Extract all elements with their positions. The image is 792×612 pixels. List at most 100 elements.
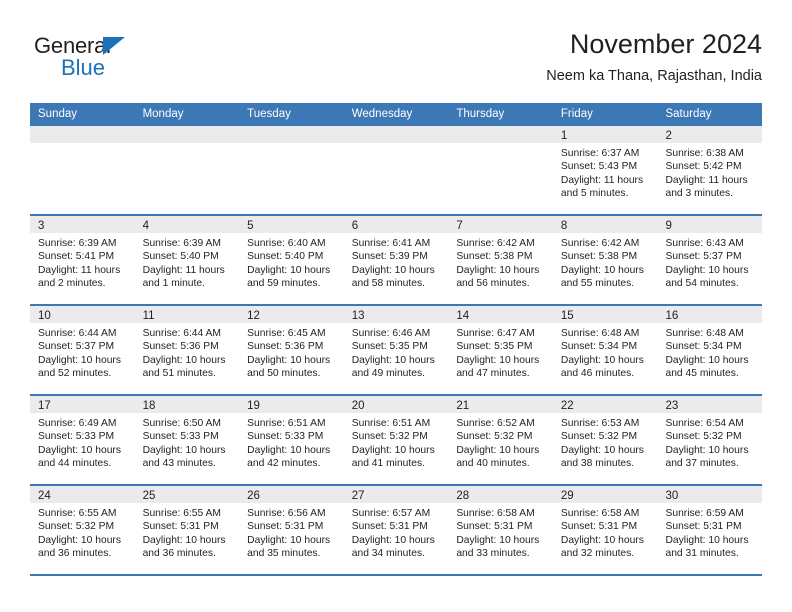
day-details: Sunrise: 6:58 AM Sunset: 5:31 PM Daylight:… [553,503,658,561]
calendar-day-cell[interactable]: 20 Sunrise: 6:51 AM Sunset: 5:32 PM Dayligh… [343,396,449,484]
calendar-day-cell[interactable]: 1 Sunrise: 6:37 AM Sunset: 5:43 PM Daylight… [552,126,658,214]
calendar-day-cell[interactable]: 9 Sunrise: 6:43 AM Sunset: 5:37 PM Daylight… [657,216,763,304]
day-details: Sunrise: 6:51 AM Sunset: 5:32 PM Daylight:… [344,413,449,471]
day-number-band: 2 [657,126,763,143]
calendar-day-cell[interactable]: 8 Sunrise: 6:42 AM Sunset: 5:38 PM Daylight… [552,216,658,304]
sunrise-text: Sunrise: 6:37 AM [560,148,640,159]
sunset-text: Sunset: 5:32 PM [38,521,115,533]
calendar-day-cell-empty [30,126,135,214]
day-details: Sunrise: 6:46 AM Sunset: 5:35 PM Daylight:… [344,323,449,381]
daylight-text: Daylight: 10 hours and 38 minutes. [560,444,644,470]
daylight-text: Daylight: 10 hours and 52 minutes. [38,354,121,380]
daylight-text: Daylight: 10 hours and 59 minutes. [247,264,331,290]
calendar-day-cell[interactable]: 19 Sunrise: 6:51 AM Sunset: 5:33 PM Dayligh… [239,396,344,484]
page-subtitle: Neem ka Thana, Rajasthan, India [546,68,762,84]
day-number-band: 15 [552,306,658,323]
sunrise-text: Sunrise: 6:39 AM [142,238,221,249]
day-details: Sunrise: 6:54 AM Sunset: 5:32 PM Daylight:… [657,413,762,471]
daylight-text: Daylight: 10 hours and 46 minutes. [560,354,644,380]
calendar-day-cell[interactable]: 7 Sunrise: 6:42 AM Sunset: 5:38 PM Daylight… [448,216,553,304]
daylight-text: Daylight: 11 hours and 1 minute. [142,264,225,290]
day-number-band: 25 [134,486,240,503]
calendar-day-cell[interactable]: 17 Sunrise: 6:49 AM Sunset: 5:33 PM Dayligh… [30,396,135,484]
sunset-text: Sunset: 5:31 PM [247,521,324,533]
sunset-text: Sunset: 5:33 PM [38,431,115,443]
daylight-text: Daylight: 10 hours and 36 minutes. [142,534,226,560]
calendar-day-cell[interactable]: 3 Sunrise: 6:39 AM Sunset: 5:41 PM Daylight… [30,216,135,304]
day-details: Sunrise: 6:53 AM Sunset: 5:32 PM Daylight:… [553,413,658,471]
calendar-day-cell-empty [343,126,449,214]
day-number: 17 [38,400,51,412]
day-details: Sunrise: 6:42 AM Sunset: 5:38 PM Daylight:… [553,233,658,291]
day-details: Sunrise: 6:56 AM Sunset: 5:31 PM Daylight:… [239,503,344,561]
day-number: 25 [142,490,156,502]
sunset-text: Sunset: 5:35 PM [456,341,533,353]
daylight-text: Daylight: 10 hours and 56 minutes. [456,264,540,290]
calendar-day-cell[interactable]: 25 Sunrise: 6:55 AM Sunset: 5:31 PM Dayligh… [134,486,240,574]
calendar-day-cell[interactable]: 15 Sunrise: 6:48 AM Sunset: 5:34 PM Dayligh… [552,306,658,394]
calendar-day-cell[interactable]: 30 Sunrise: 6:59 AM Sunset: 5:31 PM Dayligh… [657,486,763,574]
calendar-day-cell[interactable]: 6 Sunrise: 6:41 AM Sunset: 5:39 PM Daylight… [343,216,449,304]
day-number-band: 11 [134,306,240,323]
calendar-day-cell[interactable]: 5 Sunrise: 6:40 AM Sunset: 5:40 PM Daylight… [239,216,344,304]
calendar-day-cell[interactable]: 23 Sunrise: 6:54 AM Sunset: 5:32 PM Dayligh… [657,396,763,484]
day-number-band: 7 [448,216,553,233]
day-number-band: 3 [30,216,135,233]
calendar-day-cell[interactable]: 18 Sunrise: 6:50 AM Sunset: 5:33 PM Dayligh… [134,396,240,484]
calendar-week-row: 3 Sunrise: 6:39 AM Sunset: 5:41 PM Daylight… [30,216,763,306]
day-number: 15 [560,310,574,322]
day-number: 29 [560,490,574,502]
calendar-day-cell[interactable]: 26 Sunrise: 6:56 AM Sunset: 5:31 PM Dayligh… [239,486,344,574]
day-details: Sunrise: 6:48 AM Sunset: 5:34 PM Daylight:… [657,323,762,381]
sunrise-text: Sunrise: 6:46 AM [351,328,431,339]
calendar-day-cell[interactable]: 21 Sunrise: 6:52 AM Sunset: 5:32 PM Dayligh… [448,396,553,484]
day-number: 27 [351,490,365,502]
day-number: 4 [142,220,149,232]
weekday-header-monday: Monday [142,108,184,120]
day-number-band [134,126,240,143]
calendar-day-cell[interactable]: 14 Sunrise: 6:47 AM Sunset: 5:35 PM Dayligh… [448,306,553,394]
day-details: Sunrise: 6:55 AM Sunset: 5:32 PM Daylight:… [30,503,135,561]
day-number-band: 8 [552,216,658,233]
day-details: Sunrise: 6:59 AM Sunset: 5:31 PM Daylight:… [657,503,762,561]
sunset-text: Sunset: 5:36 PM [142,341,219,353]
calendar-day-cell[interactable]: 22 Sunrise: 6:53 AM Sunset: 5:32 PM Dayligh… [552,396,658,484]
calendar-day-cell[interactable]: 12 Sunrise: 6:45 AM Sunset: 5:36 PM Dayligh… [239,306,344,394]
calendar-day-cell[interactable]: 27 Sunrise: 6:57 AM Sunset: 5:31 PM Dayligh… [343,486,449,574]
day-details: Sunrise: 6:38 AM Sunset: 5:42 PM Daylight:… [657,143,762,201]
calendar-body: 1 Sunrise: 6:37 AM Sunset: 5:43 PM Daylight… [30,126,763,576]
weekday-header-thursday: Thursday [456,108,505,120]
calendar-day-cell[interactable]: 16 Sunrise: 6:48 AM Sunset: 5:34 PM Dayligh… [657,306,763,394]
calendar-day-cell[interactable]: 24 Sunrise: 6:55 AM Sunset: 5:32 PM Dayligh… [30,486,135,574]
day-details: Sunrise: 6:37 AM Sunset: 5:43 PM Daylight:… [553,143,658,201]
day-number: 28 [456,490,470,502]
day-details: Sunrise: 6:44 AM Sunset: 5:37 PM Daylight:… [30,323,135,381]
day-number: 21 [456,400,470,412]
sunrise-text: Sunrise: 6:44 AM [38,328,117,339]
daylight-text: Daylight: 10 hours and 45 minutes. [665,354,749,380]
calendar-day-cell[interactable]: 4 Sunrise: 6:39 AM Sunset: 5:40 PM Daylight… [134,216,240,304]
day-number-band [30,126,135,143]
day-number-band: 10 [30,306,135,323]
calendar-week-row: 1 Sunrise: 6:37 AM Sunset: 5:43 PM Daylight… [30,126,763,216]
day-number: 8 [560,220,568,232]
day-number: 10 [38,310,51,322]
sunrise-text: Sunrise: 6:54 AM [665,418,744,429]
daylight-text: Daylight: 11 hours and 3 minutes. [665,174,748,200]
logo-triangle-icon [103,37,125,55]
calendar-day-cell[interactable]: 29 Sunrise: 6:58 AM Sunset: 5:31 PM Dayligh… [552,486,658,574]
calendar-day-cell[interactable]: 10 Sunrise: 6:44 AM Sunset: 5:37 PM Dayligh… [30,306,135,394]
calendar-day-cell[interactable]: 28 Sunrise: 6:58 AM Sunset: 5:31 PM Dayligh… [448,486,553,574]
sunrise-text: Sunrise: 6:43 AM [665,238,744,249]
sunset-text: Sunset: 5:41 PM [38,251,115,263]
day-number-band: 23 [657,396,763,413]
sunset-text: Sunset: 5:38 PM [456,251,533,263]
calendar-day-cell[interactable]: 2 Sunrise: 6:38 AM Sunset: 5:42 PM Daylight… [657,126,763,214]
calendar-day-cell[interactable]: 11 Sunrise: 6:44 AM Sunset: 5:36 PM Dayligh… [134,306,240,394]
day-number: 22 [560,400,574,412]
day-details: Sunrise: 6:57 AM Sunset: 5:31 PM Daylight:… [344,503,449,561]
daylight-text: Daylight: 10 hours and 50 minutes. [247,354,331,380]
calendar-week-row: 10 Sunrise: 6:44 AM Sunset: 5:37 PM Dayligh… [30,306,763,396]
calendar-day-cell[interactable]: 13 Sunrise: 6:46 AM Sunset: 5:35 PM Dayligh… [343,306,449,394]
day-number: 26 [247,490,260,502]
